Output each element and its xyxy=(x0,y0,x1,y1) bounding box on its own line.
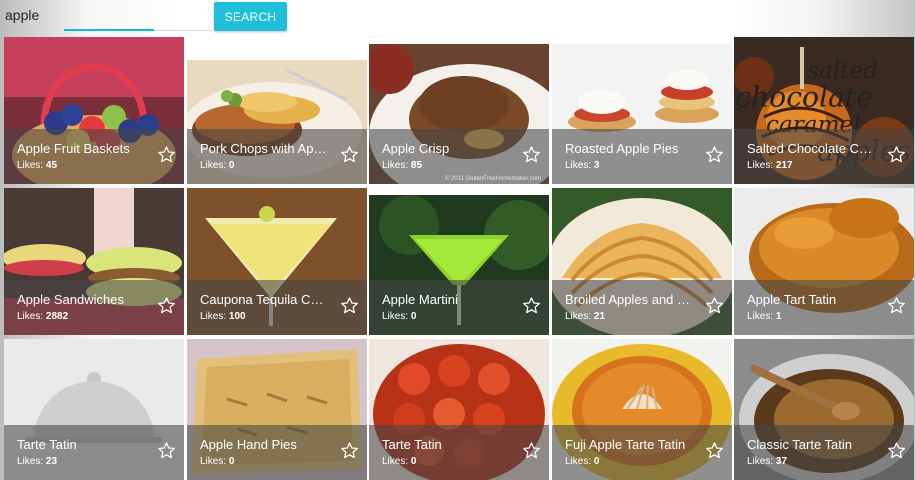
recipe-title: Classic Tarte Tatin xyxy=(747,437,853,452)
favorite-star-button[interactable] xyxy=(153,292,179,318)
recipe-card[interactable]: Pork Chops with Apples Likes: 0 xyxy=(187,60,367,184)
recipe-title: Apple Martini xyxy=(382,292,458,307)
recipe-likes: Likes: 21 xyxy=(565,311,606,322)
recipe-likes: Likes: 37 xyxy=(747,456,788,467)
recipe-card[interactable]: Apple Martini Likes: 0 xyxy=(369,195,549,335)
recipe-caption: Pork Chops with Apples Likes: 0 xyxy=(187,129,367,184)
favorite-star-button[interactable] xyxy=(701,437,727,463)
recipe-title: Apple Crisp xyxy=(382,141,450,156)
recipe-title: Apple Tart Tatin xyxy=(747,292,837,307)
star-outline-icon xyxy=(340,441,358,458)
star-outline-icon xyxy=(887,296,905,313)
recipe-likes: Likes: 3 xyxy=(565,160,600,171)
recipe-title: Roasted Apple Pies xyxy=(565,141,679,156)
recipe-card[interactable]: salted chocolate caramel apples Salted C… xyxy=(734,37,914,184)
recipe-likes: Likes: 0 xyxy=(200,160,235,171)
recipe-card[interactable]: Roasted Apple Pies Likes: 3 xyxy=(552,44,732,184)
star-outline-icon xyxy=(705,296,723,313)
favorite-star-button[interactable] xyxy=(883,141,909,167)
recipe-title: Fuji Apple Tarte Tatin xyxy=(565,437,686,452)
recipe-card[interactable]: Apple Crisp Likes: 85 © 2011 GlutenFreeH… xyxy=(369,44,549,184)
favorite-star-button[interactable] xyxy=(518,437,544,463)
recipe-card[interactable]: Tarte Tatin Likes: 0 xyxy=(369,339,549,480)
recipe-card[interactable]: Broiled Apples and Pears Likes: 21 xyxy=(552,188,732,335)
recipe-title: Pork Chops with Apples xyxy=(200,141,330,156)
star-outline-icon xyxy=(522,145,540,162)
favorite-star-button[interactable] xyxy=(701,292,727,318)
star-outline-icon xyxy=(340,145,358,162)
star-outline-icon xyxy=(157,441,175,458)
star-outline-icon xyxy=(887,145,905,162)
favorite-star-button[interactable] xyxy=(883,437,909,463)
recipe-title: Apple Hand Pies xyxy=(200,437,297,452)
svg-text:chocolate: chocolate xyxy=(735,80,873,113)
recipe-caption: Apple Crisp Likes: 85 © 2011 GlutenFreeH… xyxy=(369,129,549,184)
favorite-star-button[interactable] xyxy=(883,292,909,318)
favorite-star-button[interactable] xyxy=(701,141,727,167)
recipe-likes: Likes: 100 xyxy=(200,311,246,322)
recipe-likes: Likes: 23 xyxy=(17,456,58,467)
star-outline-icon xyxy=(705,145,723,162)
recipe-likes: Likes: 0 xyxy=(382,311,417,322)
recipe-caption: Classic Tarte Tatin Likes: 37 xyxy=(734,425,914,480)
recipe-card[interactable]: Classic Tarte Tatin Likes: 37 xyxy=(734,339,914,480)
recipe-likes: Likes: 2882 xyxy=(17,311,69,322)
recipe-card[interactable]: Apple Fruit Baskets Likes: 45 xyxy=(4,37,184,184)
recipe-likes: Likes: 0 xyxy=(200,456,235,467)
star-outline-icon xyxy=(887,441,905,458)
recipe-caption: Tarte Tatin Likes: 0 xyxy=(369,425,549,480)
recipe-likes: Likes: 45 xyxy=(17,160,58,171)
recipe-card[interactable]: Tarte Tatin Likes: 23 xyxy=(4,339,184,480)
recipe-caption: Apple Tart Tatin Likes: 1 xyxy=(734,280,914,335)
photo-credit: © 2011 GlutenFreeHomemaker.com xyxy=(444,176,541,182)
recipe-grid: Apple Fruit Baskets Likes: 45 Pork Chops… xyxy=(4,37,915,480)
star-outline-icon xyxy=(157,296,175,313)
recipe-likes: Likes: 1 xyxy=(747,311,782,322)
favorite-star-button[interactable] xyxy=(518,292,544,318)
favorite-star-button[interactable] xyxy=(153,437,179,463)
recipe-title: Tarte Tatin xyxy=(17,437,77,452)
recipe-caption: Roasted Apple Pies Likes: 3 xyxy=(552,129,732,184)
recipe-card[interactable]: Apple Sandwiches Likes: 2882 xyxy=(4,188,184,335)
recipe-title: Tarte Tatin xyxy=(382,437,442,452)
recipe-caption: Apple Fruit Baskets Likes: 45 xyxy=(4,129,184,184)
star-outline-icon xyxy=(705,441,723,458)
star-outline-icon xyxy=(522,441,540,458)
recipe-likes: Likes: 85 xyxy=(382,160,423,171)
star-outline-icon xyxy=(340,296,358,313)
recipe-caption: Apple Hand Pies Likes: 0 xyxy=(187,425,367,480)
recipe-caption: Apple Martini Likes: 0 xyxy=(369,280,549,335)
search-input-underline xyxy=(64,29,154,31)
star-outline-icon xyxy=(157,145,175,162)
recipe-likes: Likes: 0 xyxy=(382,456,417,467)
recipe-title: Salted Chocolate Caramel Apples xyxy=(747,141,877,156)
recipe-likes: Likes: 217 xyxy=(747,160,793,171)
recipe-card[interactable]: Apple Hand Pies Likes: 0 xyxy=(187,339,367,480)
recipe-caption: Tarte Tatin Likes: 23 xyxy=(4,425,184,480)
favorite-star-button[interactable] xyxy=(336,141,362,167)
favorite-star-button[interactable] xyxy=(153,141,179,167)
favorite-star-button[interactable] xyxy=(336,437,362,463)
search-input[interactable] xyxy=(4,4,155,26)
favorite-star-button[interactable] xyxy=(336,292,362,318)
recipe-caption: Salted Chocolate Caramel Apples Likes: 2… xyxy=(734,129,914,184)
favorite-star-button[interactable] xyxy=(518,141,544,167)
recipe-title: Caupona Tequila Cocktail xyxy=(200,292,330,307)
star-outline-icon xyxy=(522,296,540,313)
recipe-title: Broiled Apples and Pears xyxy=(565,292,695,307)
search-button[interactable]: SEARCH xyxy=(214,2,287,31)
recipe-caption: Fuji Apple Tarte Tatin Likes: 0 xyxy=(552,425,732,480)
search-input-underline-track xyxy=(154,30,212,31)
recipe-card[interactable]: Fuji Apple Tarte Tatin Likes: 0 xyxy=(552,339,732,480)
recipe-card[interactable]: Caupona Tequila Cocktail Likes: 100 xyxy=(187,188,367,335)
recipe-likes: Likes: 0 xyxy=(565,456,600,467)
recipe-caption: Apple Sandwiches Likes: 2882 xyxy=(4,280,184,335)
recipe-caption: Broiled Apples and Pears Likes: 21 xyxy=(552,280,732,335)
recipe-caption: Caupona Tequila Cocktail Likes: 100 xyxy=(187,280,367,335)
recipe-card[interactable]: Apple Tart Tatin Likes: 1 xyxy=(734,188,914,335)
recipe-title: Apple Fruit Baskets xyxy=(17,141,130,156)
recipe-title: Apple Sandwiches xyxy=(17,292,124,307)
